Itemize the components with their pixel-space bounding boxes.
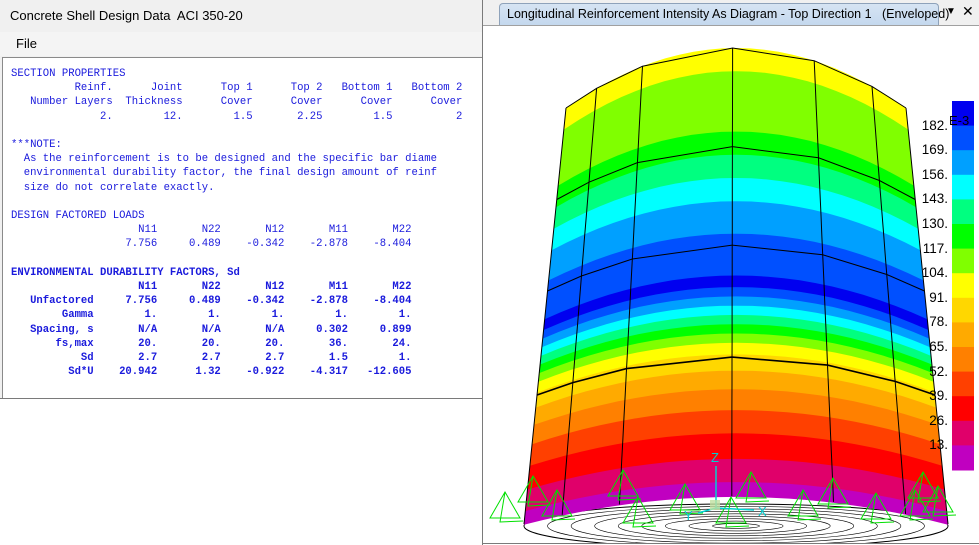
close-icon[interactable]: ✕: [962, 3, 974, 20]
legend-label: 143.: [921, 191, 948, 207]
report-line: ENVIRONMENTAL DURABILITY FACTORS, Sd: [11, 266, 240, 279]
report-line: Reinf. Joint Top 1 Top 2 Bottom 1 Bottom…: [11, 82, 463, 95]
shell-model-diagram: Z X Y: [489, 47, 974, 543]
legend-swatch: [952, 150, 974, 176]
legend-label: 39.: [929, 388, 948, 404]
legend-label: 26.: [929, 412, 948, 428]
dropdown-arrow-icon[interactable]: ▼: [946, 6, 956, 17]
legend-swatch: [952, 396, 974, 422]
report-line: N11 N22 N12 M11 M22: [11, 281, 412, 294]
legend-swatch: [952, 322, 974, 348]
legend-swatch: [952, 371, 974, 397]
report-line: N11 N22 N12 M11 M22: [11, 224, 412, 237]
legend-label: 130.: [921, 216, 948, 231]
report-line: Number Layers Thickness Cover Cover Cove…: [11, 96, 463, 109]
report-line: Gamma 1. 1. 1. 1. 1.: [11, 309, 412, 322]
report-content: SECTION PROPERTIES Reinf. Joint Top 1 To…: [11, 67, 462, 379]
tab-bar: Longitudinal Reinforcement Intensity As …: [483, 0, 979, 26]
report-line: Unfactored 7.756 0.489 -0.342 -2.878 -8.…: [11, 295, 412, 308]
report-line: SECTION PROPERTIES: [11, 68, 126, 80]
report-line: DESIGN FACTORED LOADS: [11, 210, 145, 223]
legend-swatch: [952, 224, 974, 250]
tab-diagram[interactable]: Longitudinal Reinforcement Intensity As …: [499, 3, 949, 25]
support-icon: [489, 490, 524, 523]
legend-label: 13.: [929, 437, 948, 453]
legend-swatch: [952, 420, 974, 446]
report-line: environmental durability factor, the fin…: [11, 167, 437, 180]
window-title: Concrete Shell Design Data ACI 350-20: [10, 8, 243, 23]
axis-z-label: Z: [711, 450, 719, 465]
menu-bar: File: [0, 32, 482, 56]
legend-label: 182.: [921, 117, 948, 133]
tab-label: Longitudinal Reinforcement Intensity As …: [507, 7, 950, 21]
report-text-area[interactable]: SECTION PROPERTIES Reinf. Joint Top 1 To…: [2, 57, 483, 398]
model-viewport[interactable]: Z X Y E-3 182. 169. 156. 143. 130. 117. 104. 91. 7…: [483, 26, 979, 544]
legend-swatch: [952, 297, 974, 323]
legend-swatch: [952, 248, 974, 274]
report-line: 2. 12. 1.5 2.25 1.5 2: [11, 110, 463, 123]
report-line: fs,max 20. 20. 20. 36. 24.: [11, 337, 412, 350]
legend-swatch: [952, 445, 974, 471]
design-data-window: Concrete Shell Design Data ACI 350-20 Fi…: [0, 0, 483, 399]
legend-label: 104.: [921, 265, 948, 281]
legend-swatch: [952, 174, 974, 200]
legend-swatch: [952, 273, 974, 299]
menu-file[interactable]: File: [16, 36, 37, 51]
report-line: 7.756 0.489 -0.342 -2.878 -8.404: [11, 238, 412, 251]
axis-x-label: X: [758, 504, 767, 519]
axis-y-label: Y: [684, 508, 693, 523]
legend-swatch: [952, 199, 974, 225]
report-line: As the reinforcement is to be designed a…: [11, 153, 437, 166]
report-line: ***NOTE:: [11, 139, 62, 152]
report-line: Sd*U 20.942 1.32 -0.922 -4.317 -12.605: [11, 366, 412, 379]
legend-swatch: [952, 347, 974, 373]
legend-label: 78.: [929, 314, 948, 330]
report-line: Spacing, s N/A N/A N/A 0.302 0.899: [11, 323, 412, 336]
report-line: Sd 2.7 2.7 2.7 1.5 1.: [11, 352, 412, 365]
legend-label: 117.: [922, 240, 948, 256]
legend-label: 156.: [921, 166, 948, 182]
legend-label: 91.: [929, 289, 948, 305]
report-line: size do not correlate exactly.: [11, 181, 215, 194]
legend-label: 65.: [929, 339, 948, 354]
legend-unit: E-3: [949, 113, 970, 128]
diagram-window: Longitudinal Reinforcement Intensity As …: [482, 0, 979, 545]
legend-label: 169.: [921, 142, 948, 158]
legend-label: 52.: [929, 363, 948, 379]
origin-marker: [710, 500, 720, 510]
legend-swatch: [952, 125, 974, 151]
